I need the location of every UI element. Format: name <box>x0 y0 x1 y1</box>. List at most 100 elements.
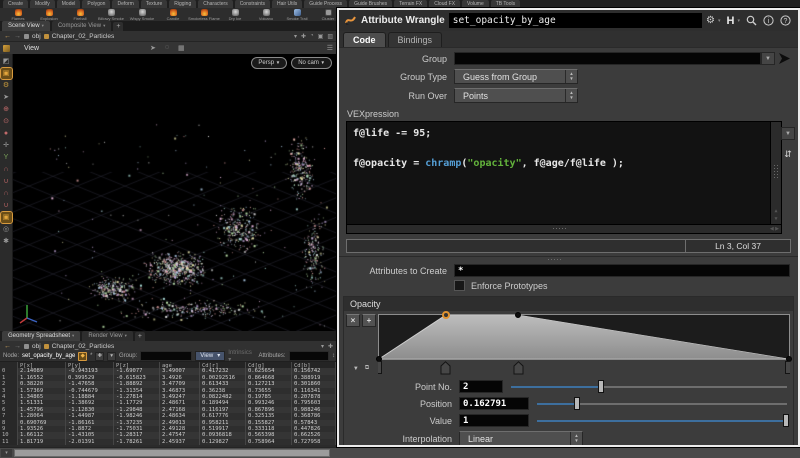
shelf-tool-smoke-trail[interactable]: Smoke Trail <box>285 8 309 21</box>
new-pane-tab-button[interactable]: + <box>113 22 123 31</box>
history-icon[interactable]: ◔ <box>310 33 314 40</box>
slider-thumb[interactable] <box>574 397 580 410</box>
pane-tab-scene-view[interactable]: Scene View▾ <box>2 21 50 31</box>
select-operator-arrow-icon[interactable] <box>777 52 792 65</box>
shelf-tab-rigging[interactable]: Rigging <box>169 0 196 8</box>
grab-view-icon[interactable]: ✱ <box>1 236 12 247</box>
enforce-prototypes-checkbox[interactable] <box>454 280 465 291</box>
lasso-icon[interactable]: ◌ <box>165 44 169 52</box>
run-over-dropdown[interactable]: Points ▲▼ <box>454 88 578 103</box>
nav-forward-icon[interactable]: → <box>14 343 21 350</box>
shelf-tab-terrain-fx[interactable]: Terrain FX <box>394 0 427 8</box>
particle-view-canvas[interactable] <box>13 54 337 331</box>
ramp-add-point-button[interactable]: + <box>362 314 376 327</box>
sheet-options-icon[interactable]: ↕ <box>332 353 335 359</box>
editor-menu-icon[interactable]: ▼ <box>781 127 795 140</box>
code-hscrollbar[interactable]: ◀ ▶ <box>346 225 782 234</box>
spreadsheet-hscrollbar[interactable]: ▾ <box>0 447 800 458</box>
folder-icon[interactable]: ▾ <box>107 352 116 361</box>
shelf-tab-constraints[interactable]: Constraints <box>235 0 270 8</box>
help-icon[interactable]: ? <box>780 15 791 26</box>
shelf-tab-guide-process[interactable]: Guide Process <box>304 0 347 8</box>
scroll-left-right-icons[interactable]: ◀ ▶ <box>770 226 779 232</box>
nav-back-icon[interactable]: ← <box>4 343 11 350</box>
character-icon[interactable]: Y <box>1 152 12 163</box>
shelf-tab-characters[interactable]: Characters <box>198 0 232 8</box>
position-slider[interactable] <box>537 397 787 410</box>
hscroll-grip[interactable] <box>552 227 566 231</box>
ramp-fit-icon[interactable]: ⧉ <box>365 365 369 372</box>
pane-tab-render-view[interactable]: Render View▾ <box>82 331 133 341</box>
show-handles-icon[interactable]: ▣ <box>1 68 12 79</box>
shelf-tool-billowy-smoke[interactable]: Billowy Smoke <box>99 8 123 21</box>
magnet-alt-icon[interactable]: ∪ <box>1 200 12 211</box>
group-dropdown-icon[interactable]: ▼ <box>761 52 775 65</box>
ramp-handle[interactable] <box>785 361 790 374</box>
pane-tab-geometry-spreadsheet[interactable]: Geometry Spreadsheet▾ <box>2 331 80 341</box>
shelf-tab-guide-brushes[interactable]: Guide Brushes <box>349 0 392 8</box>
tool-options-icon[interactable]: ⚙ <box>1 80 12 91</box>
point-no--slider[interactable] <box>511 380 787 393</box>
intrinsics-dropdown[interactable]: Intrinsics ▾ <box>228 350 255 363</box>
group-type-dropdown[interactable]: Guess from Group ▲▼ <box>454 69 578 84</box>
vscroll-grip[interactable] <box>773 164 779 178</box>
scale-icon[interactable]: ● <box>1 128 12 139</box>
value-field[interactable]: 1 <box>459 414 529 427</box>
shelf-tool-flames[interactable]: Flames <box>6 8 30 21</box>
shelf-tab-create[interactable]: Create <box>3 0 28 8</box>
view-tool-icon[interactable]: ▣ <box>1 212 12 223</box>
gear-icon[interactable]: ⚙ <box>706 16 715 26</box>
snap-cup-icon[interactable]: ∪ <box>1 176 12 187</box>
snap-arc-icon[interactable]: ∩ <box>1 164 12 175</box>
shelf-tool-dry-ice[interactable]: Dry Ice <box>223 8 247 21</box>
pin-icon[interactable]: ✚ <box>95 352 104 361</box>
shelf-tab-modify[interactable]: Modify <box>30 0 55 8</box>
spinner-icon[interactable]: ▲▼ <box>565 70 577 83</box>
scroll-down-icon[interactable]: ▼ <box>772 215 780 223</box>
panel-menu-icon[interactable]: ☰ <box>327 44 333 52</box>
3d-viewport[interactable]: Persp ▼ No cam ▼ <box>13 54 337 331</box>
camera-menu-button[interactable]: No cam ▼ <box>291 57 332 69</box>
hscroll-thumb[interactable] <box>14 449 330 457</box>
nav-forward-icon[interactable]: → <box>14 33 21 40</box>
ramp-handle[interactable] <box>440 361 451 376</box>
path-dropdown-icon[interactable]: ▾ <box>321 343 324 350</box>
node-type-icon[interactable]: ◆ <box>78 352 87 361</box>
ramp-handle[interactable] <box>378 361 382 374</box>
group-input[interactable] <box>454 52 761 65</box>
display-options-icon[interactable]: ◎ <box>1 224 12 235</box>
nav-back-icon[interactable]: ← <box>4 33 11 40</box>
snap-icon[interactable]: ▦ <box>178 44 185 52</box>
node-name-field[interactable]: set_opacity_by_age <box>449 13 702 28</box>
attributes-filter-input[interactable] <box>289 351 329 361</box>
slider-thumb[interactable] <box>783 414 789 427</box>
search-icon[interactable] <box>746 15 757 26</box>
node-crumb[interactable]: Chapter_02_Particles <box>52 33 115 40</box>
shelf-tool-wispy-smoke[interactable]: Wispy Smoke <box>130 8 154 21</box>
spinner-icon[interactable]: ▲▼ <box>570 432 582 445</box>
shelf-tool-volcano[interactable]: Volcano <box>254 8 278 21</box>
shelf-tool-candle[interactable]: Candle <box>161 8 185 21</box>
value-slider[interactable] <box>537 414 787 427</box>
shelf-tool-smokeless-flame[interactable]: Smokeless Flame <box>192 8 216 21</box>
add-pane-icon[interactable]: ✚ <box>328 343 333 350</box>
view-dropdown[interactable]: View▾ <box>195 351 225 361</box>
select-mode-icon[interactable]: ➤ <box>150 44 156 52</box>
interpolation-dropdown[interactable]: Linear ▲▼ <box>459 431 583 446</box>
ramp-handle-strip[interactable] <box>378 361 790 376</box>
rotate-icon[interactable]: ⊙ <box>1 116 12 127</box>
translate-icon[interactable]: ⊕ <box>1 104 12 115</box>
ramp-point-selected[interactable] <box>442 311 450 319</box>
select-arrow-icon[interactable]: ➤ <box>1 92 12 103</box>
ramp-editor[interactable] <box>378 314 790 360</box>
houdini-logo-icon[interactable]: H <box>727 16 735 26</box>
shelf-tab-tb-tools[interactable]: TB Tools <box>491 0 520 8</box>
shelf-tab-deform[interactable]: Deform <box>112 0 138 8</box>
ramp-handle[interactable] <box>513 361 524 376</box>
add-pane-icon[interactable]: ✚ <box>301 33 306 40</box>
context-crumb[interactable]: obj <box>32 343 41 350</box>
pane-tab-composite-view[interactable]: Composite View▾ <box>52 21 112 31</box>
shelf-tool-fireball[interactable]: Fireball <box>68 8 92 21</box>
shelf-tab-hair-utils[interactable]: Hair Utils <box>272 0 302 8</box>
shelf-tab-cloud-fx[interactable]: Cloud FX <box>429 0 460 8</box>
